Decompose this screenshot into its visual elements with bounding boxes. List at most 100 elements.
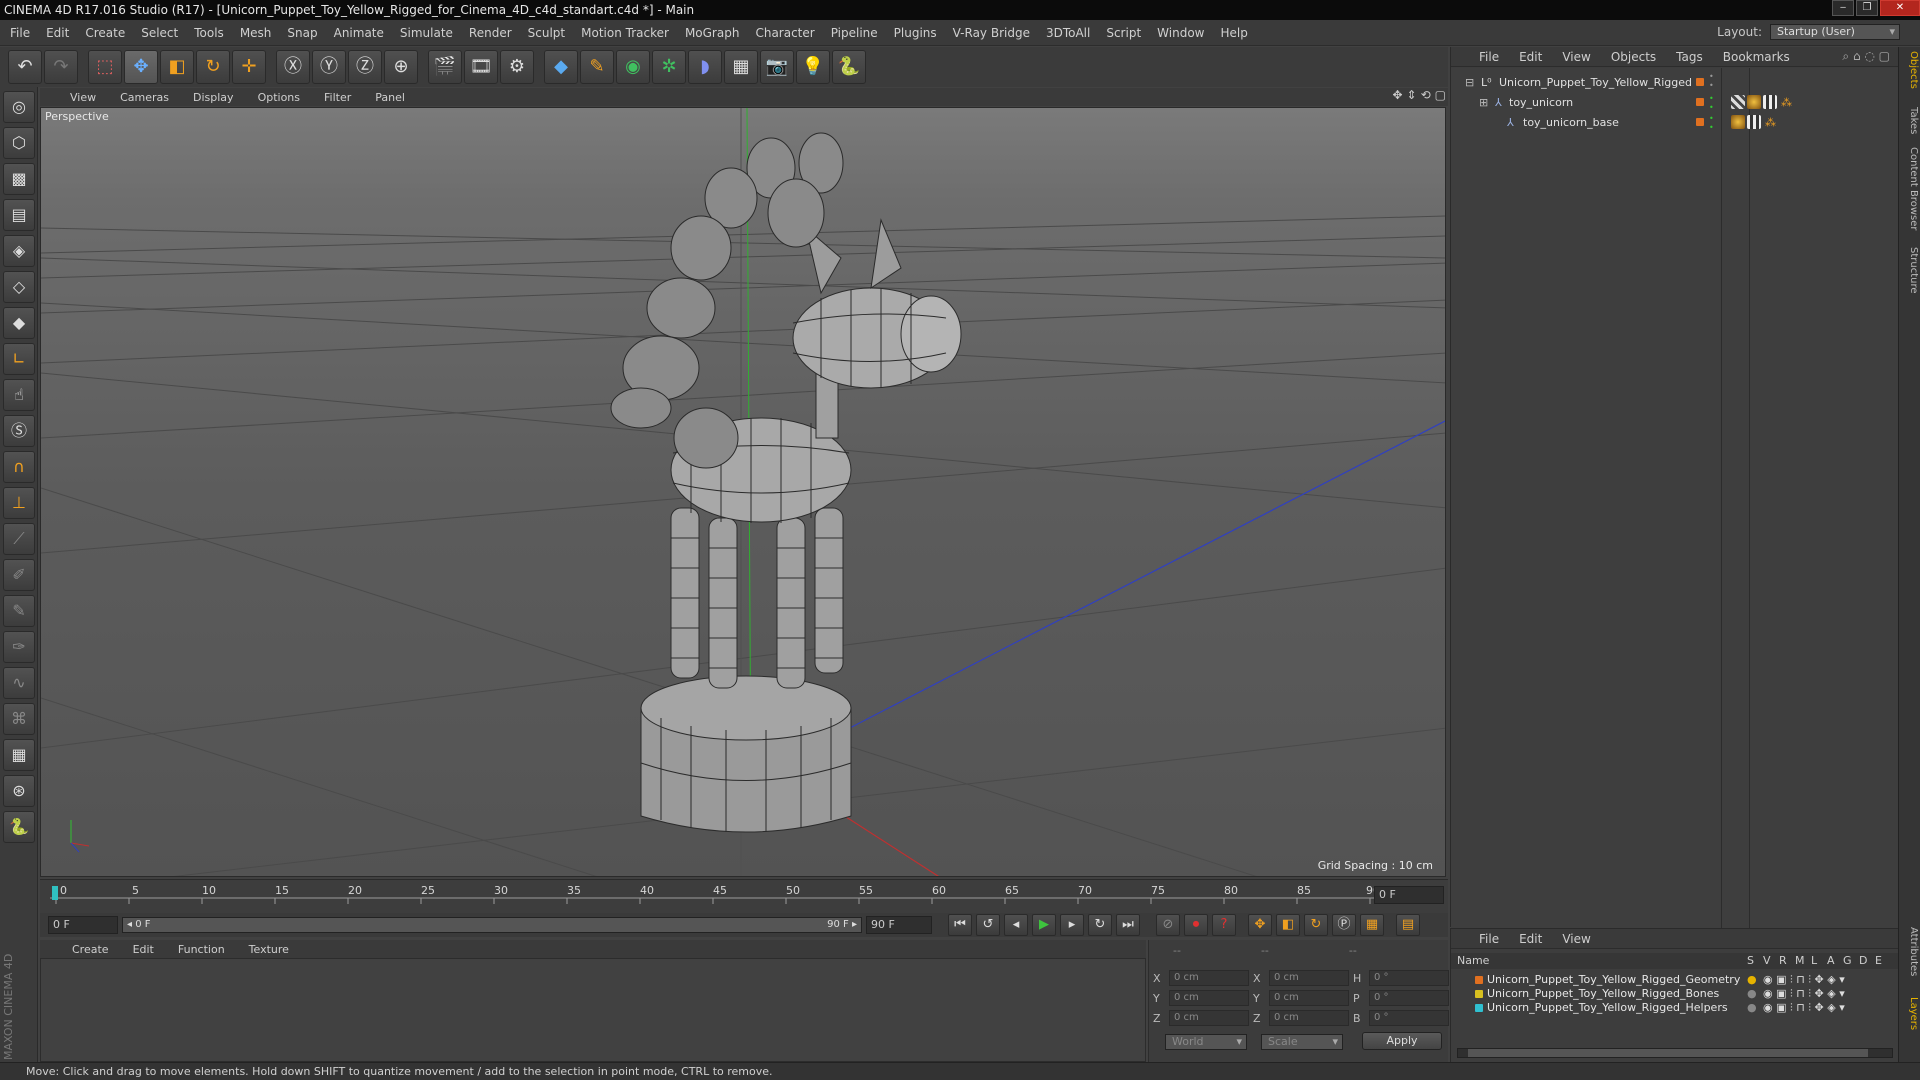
material-menu-edit[interactable]: Edit: [133, 943, 154, 956]
python-console-icon[interactable]: 🐍: [3, 811, 35, 843]
camera-icon[interactable]: 📷: [760, 50, 794, 84]
menu-edit[interactable]: Edit: [46, 26, 69, 40]
tab-content-browser[interactable]: Content Browser: [1901, 147, 1919, 230]
render-settings-icon[interactable]: ⚙: [500, 50, 534, 84]
smooth-tool-icon[interactable]: ∿: [3, 667, 35, 699]
z-axis-lock-icon[interactable]: Ⓩ: [348, 50, 382, 84]
coordinate-space-dropdown[interactable]: World: [1165, 1034, 1247, 1050]
viewport-menu-panel[interactable]: Panel: [375, 91, 405, 104]
brush-tool-icon[interactable]: ✐: [3, 559, 35, 591]
sculpt-tool-icon[interactable]: ✑: [3, 631, 35, 663]
visibility-dots[interactable]: • •: [1709, 72, 1714, 90]
object-name[interactable]: toy_unicorn: [1509, 96, 1573, 109]
go-to-end-icon[interactable]: ⏭: [1116, 914, 1140, 936]
layer-color-swatch[interactable]: [1696, 78, 1704, 86]
layer-row[interactable]: Unicorn_Puppet_Toy_Yellow_Rigged_Helpers…: [1451, 1001, 1899, 1015]
objects-menu-view[interactable]: View: [1562, 50, 1590, 64]
undo-icon[interactable]: ↶: [8, 50, 42, 84]
orbit-icon[interactable]: ⟲: [1421, 88, 1431, 102]
dolly-icon[interactable]: ⇕: [1407, 88, 1417, 102]
apply-button[interactable]: Apply: [1362, 1032, 1442, 1050]
keyframe-selection-icon[interactable]: ?: [1212, 914, 1236, 936]
visibility-dots[interactable]: • •: [1709, 114, 1714, 132]
workplane-icon[interactable]: ▤: [3, 199, 35, 231]
polygons-mode-icon[interactable]: ◆: [3, 307, 35, 339]
layer-color-swatch[interactable]: [1475, 990, 1483, 998]
cube-object-icon[interactable]: ◆: [544, 50, 578, 84]
menu-window[interactable]: Window: [1157, 26, 1204, 40]
axis-mode-icon[interactable]: ∟: [3, 343, 35, 375]
transform-tool-icon[interactable]: ✛: [232, 50, 266, 84]
tweak-mode-icon[interactable]: ☝: [3, 379, 35, 411]
timeline-ruler[interactable]: 0 5 10 15 20 25 30 35 40 45 50 55 60 65 …: [40, 879, 1448, 913]
menu-render[interactable]: Render: [469, 26, 512, 40]
menu-vray-bridge[interactable]: V-Ray Bridge: [953, 26, 1030, 40]
light-icon[interactable]: 💡: [796, 50, 830, 84]
start-frame-field[interactable]: 0 F: [48, 916, 118, 934]
object-row[interactable]: ⊟ L⁰ Unicorn_Puppet_Toy_Yellow_Rigged • •: [1451, 72, 1899, 92]
play-icon[interactable]: ▶: [1032, 914, 1056, 936]
current-frame-field[interactable]: 0 F: [1374, 886, 1444, 904]
menu-animate[interactable]: Animate: [334, 26, 384, 40]
spline-pen-icon[interactable]: ✎: [580, 50, 614, 84]
material-menu-texture[interactable]: Texture: [249, 943, 289, 956]
layout-dropdown[interactable]: Startup (User): [1770, 24, 1900, 40]
solo-mode-icon[interactable]: Ⓢ: [3, 415, 35, 447]
horizontal-scrollbar[interactable]: [1457, 1048, 1893, 1058]
grid-snap-icon[interactable]: ▦: [3, 739, 35, 771]
viewport-menu-view[interactable]: View: [70, 91, 96, 104]
texture-mode-icon[interactable]: ▩: [3, 163, 35, 195]
solo-icon[interactable]: ●: [1747, 987, 1757, 1000]
live-selection-icon[interactable]: ⬚: [88, 50, 122, 84]
size-mode-dropdown[interactable]: Scale: [1261, 1034, 1343, 1050]
collapse-toggle-icon[interactable]: ⊟: [1465, 76, 1474, 89]
layers-menu-edit[interactable]: Edit: [1519, 932, 1542, 946]
y-axis-lock-icon[interactable]: Ⓨ: [312, 50, 346, 84]
pan-icon[interactable]: ✥: [1392, 88, 1402, 102]
close-button[interactable]: ✕: [1880, 0, 1920, 16]
material-menu-create[interactable]: Create: [72, 943, 109, 956]
material-menu-function[interactable]: Function: [178, 943, 225, 956]
eye-icon[interactable]: ◉ ▣ ⫶ ⊓ ⫶ ✥ ◈ ▾: [1763, 987, 1845, 1001]
floor-scene-icon[interactable]: ▦: [724, 50, 758, 84]
python-icon[interactable]: 🐍: [832, 50, 866, 84]
layer-color-swatch[interactable]: [1475, 976, 1483, 984]
viewport-menu-options[interactable]: Options: [258, 91, 300, 104]
objects-menu-tags[interactable]: Tags: [1676, 50, 1703, 64]
layer-row[interactable]: Unicorn_Puppet_Toy_Yellow_Rigged_Bones ●…: [1451, 987, 1899, 1001]
uvw-tag-icon[interactable]: [1747, 115, 1761, 129]
key-pla-icon[interactable]: ▦: [1360, 914, 1384, 936]
layer-color-swatch[interactable]: [1696, 118, 1704, 126]
objects-menu-bookmarks[interactable]: Bookmarks: [1723, 50, 1790, 64]
menu-create[interactable]: Create: [85, 26, 125, 40]
magnet-icon[interactable]: ∩: [3, 451, 35, 483]
go-to-start-icon[interactable]: ⏮: [948, 914, 972, 936]
layer-name[interactable]: Unicorn_Puppet_Toy_Yellow_Rigged_Geometr…: [1487, 973, 1740, 986]
next-frame-icon[interactable]: ▸: [1060, 914, 1084, 936]
paint-tool-icon[interactable]: ✎: [3, 595, 35, 627]
size-y-field[interactable]: 0 cm: [1269, 990, 1349, 1006]
edges-mode-icon[interactable]: ◇: [3, 271, 35, 303]
locked-workplane-icon[interactable]: ⊛: [3, 775, 35, 807]
timeline-layout-icon[interactable]: ▤: [1396, 914, 1420, 936]
layer-name[interactable]: Unicorn_Puppet_Toy_Yellow_Rigged_Bones: [1487, 987, 1719, 1000]
viewport-menu-cameras[interactable]: Cameras: [120, 91, 169, 104]
tab-layers[interactable]: Layers: [1901, 997, 1919, 1030]
autokey-icon[interactable]: ⏺: [1184, 914, 1208, 936]
array-icon[interactable]: ✲: [652, 50, 686, 84]
end-frame-field[interactable]: 90 F: [866, 916, 932, 934]
position-z-field[interactable]: 0 cm: [1169, 1010, 1249, 1026]
layer-color-swatch[interactable]: [1696, 98, 1704, 106]
rotate-tool-icon[interactable]: ↻: [196, 50, 230, 84]
position-x-field[interactable]: 0 cm: [1169, 970, 1249, 986]
3d-viewport[interactable]: Perspective Grid Spacing : 10 cm: [40, 107, 1446, 877]
menu-character[interactable]: Character: [755, 26, 814, 40]
minimize-button[interactable]: ‒: [1832, 0, 1854, 16]
x-axis-lock-icon[interactable]: Ⓧ: [276, 50, 310, 84]
menu-plugins[interactable]: Plugins: [894, 26, 937, 40]
search-icon[interactable]: ⌕ ⌂ ◌ ▢: [1842, 49, 1890, 64]
object-name[interactable]: Unicorn_Puppet_Toy_Yellow_Rigged: [1499, 76, 1692, 89]
menu-simulate[interactable]: Simulate: [400, 26, 453, 40]
eye-icon[interactable]: ◉ ▣ ⫶ ⊓ ⫶ ✥ ◈ ▾: [1763, 1001, 1845, 1015]
objects-menu-file[interactable]: File: [1479, 50, 1499, 64]
